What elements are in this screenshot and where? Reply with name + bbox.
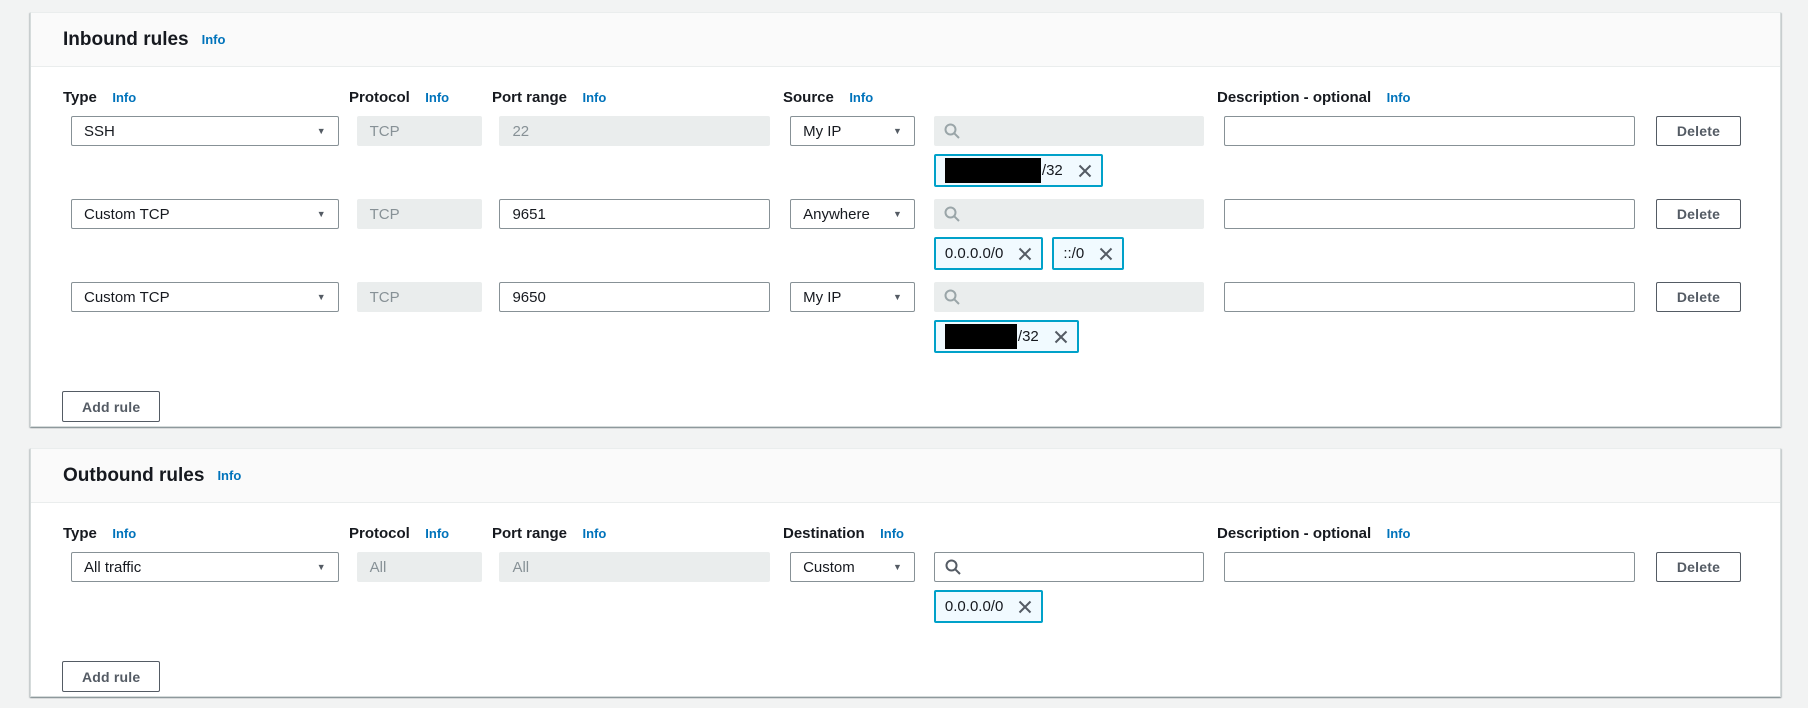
type-column-header: Type Info [63, 89, 331, 107]
chevron-down-icon: ▼ [893, 293, 902, 302]
source-cidr-search [934, 199, 1204, 229]
outbound-info-link[interactable]: Info [217, 468, 241, 483]
destination-cidr-chips: 0.0.0.0/0 [934, 590, 1204, 623]
inbound-panel-body: Type Info Protocol Info Port range Info … [31, 67, 1780, 422]
inbound-rule-row-1: SSH ▼ TCP 22 My IP ▼ [71, 116, 1741, 187]
inbound-rule-row-2: Custom TCP ▼ TCP Anywhere ▼ [71, 199, 1741, 270]
type-select[interactable]: All traffic ▼ [71, 552, 339, 582]
source-cidr-chips: /32 [934, 320, 1204, 353]
port-range-column-header: Port range Info [492, 525, 763, 543]
source-select[interactable]: Anywhere ▼ [790, 199, 915, 229]
type-select[interactable]: SSH ▼ [71, 116, 339, 146]
remove-chip-icon[interactable] [1018, 247, 1032, 261]
source-cidr-search [934, 116, 1204, 146]
port-range-input[interactable] [499, 199, 770, 229]
delete-rule-button[interactable]: Delete [1656, 116, 1741, 146]
chevron-down-icon: ▼ [893, 210, 902, 219]
cidr-chip: /32 [934, 320, 1079, 353]
destination-info-link[interactable]: Info [880, 526, 904, 541]
port-range-field: All [499, 552, 770, 582]
remove-chip-icon[interactable] [1018, 600, 1032, 614]
add-rule-button[interactable]: Add rule [62, 391, 160, 422]
outbound-title: Outbound rules [63, 465, 204, 487]
inbound-title: Inbound rules [63, 29, 189, 51]
description-column-header: Description - optional Info [1217, 525, 1629, 543]
protocol-column-header: Protocol Info [349, 89, 475, 107]
search-icon [945, 559, 961, 575]
cidr-chip: ::/0 [1052, 237, 1124, 270]
chevron-down-icon: ▼ [317, 127, 326, 136]
inbound-rule-row-3: Custom TCP ▼ TCP My IP ▼ [71, 282, 1741, 353]
inbound-panel-header: Inbound rules Info [31, 13, 1780, 67]
destination-select[interactable]: Custom ▼ [790, 552, 915, 582]
protocol-column-header: Protocol Info [349, 525, 475, 543]
description-info-link[interactable]: Info [1387, 90, 1411, 105]
source-select[interactable]: My IP ▼ [790, 282, 915, 312]
source-info-link[interactable]: Info [849, 90, 873, 105]
protocol-field: TCP [357, 199, 483, 229]
redacted-ip [945, 324, 1017, 349]
source-column-header: Source Info [783, 89, 908, 107]
type-info-link[interactable]: Info [112, 90, 136, 105]
delete-rule-button[interactable]: Delete [1656, 552, 1741, 582]
source-cidr-chips: 0.0.0.0/0 ::/0 [934, 237, 1204, 270]
protocol-field: TCP [357, 116, 483, 146]
outbound-panel-body: Type Info Protocol Info Port range Info … [31, 503, 1780, 692]
source-cidr-chips: /32 [934, 154, 1204, 187]
type-column-header: Type Info [63, 525, 331, 543]
description-input[interactable] [1224, 199, 1635, 229]
cidr-chip: 0.0.0.0/0 [934, 590, 1043, 623]
inbound-rules-panel: Inbound rules Info Type Info Protocol In… [30, 12, 1781, 427]
protocol-field: All [357, 552, 483, 582]
chevron-down-icon: ▼ [893, 563, 902, 572]
cidr-chip: 0.0.0.0/0 [934, 237, 1043, 270]
port-range-info-link[interactable]: Info [582, 90, 606, 105]
destination-cidr-search[interactable] [934, 552, 1204, 582]
destination-cidr-input[interactable] [969, 559, 1193, 576]
remove-chip-icon[interactable] [1054, 330, 1068, 344]
delete-rule-button[interactable]: Delete [1656, 282, 1741, 312]
redacted-ip [945, 158, 1041, 183]
protocol-info-link[interactable]: Info [425, 90, 449, 105]
port-range-field: 22 [499, 116, 770, 146]
outbound-rules-panel: Outbound rules Info Type Info Protocol I… [30, 448, 1781, 697]
chevron-down-icon: ▼ [317, 563, 326, 572]
remove-chip-icon[interactable] [1099, 247, 1113, 261]
protocol-field: TCP [357, 282, 483, 312]
chevron-down-icon: ▼ [317, 210, 326, 219]
description-input[interactable] [1224, 282, 1635, 312]
type-select[interactable]: Custom TCP ▼ [71, 282, 339, 312]
remove-chip-icon[interactable] [1078, 164, 1092, 178]
type-info-link[interactable]: Info [112, 526, 136, 541]
description-input[interactable] [1224, 552, 1635, 582]
inbound-column-headers: Type Info Protocol Info Port range Info … [63, 89, 1741, 105]
destination-column-header: Destination Info [783, 525, 908, 543]
search-icon [944, 289, 960, 305]
chevron-down-icon: ▼ [893, 127, 902, 136]
port-range-column-header: Port range Info [492, 89, 763, 107]
outbound-column-headers: Type Info Protocol Info Port range Info … [63, 525, 1741, 541]
cidr-chip: /32 [934, 154, 1103, 187]
port-range-info-link[interactable]: Info [582, 526, 606, 541]
protocol-info-link[interactable]: Info [425, 526, 449, 541]
search-icon [944, 206, 960, 222]
add-rule-button[interactable]: Add rule [62, 661, 160, 692]
outbound-panel-header: Outbound rules Info [31, 449, 1780, 503]
source-select[interactable]: My IP ▼ [790, 116, 915, 146]
type-select[interactable]: Custom TCP ▼ [71, 199, 339, 229]
delete-rule-button[interactable]: Delete [1656, 199, 1741, 229]
description-info-link[interactable]: Info [1387, 526, 1411, 541]
description-column-header: Description - optional Info [1217, 89, 1629, 107]
search-icon [944, 123, 960, 139]
chevron-down-icon: ▼ [317, 293, 326, 302]
source-cidr-search [934, 282, 1204, 312]
outbound-rule-row-1: All traffic ▼ All All Custom ▼ [71, 552, 1741, 623]
port-range-input[interactable] [499, 282, 770, 312]
inbound-info-link[interactable]: Info [202, 32, 226, 47]
description-input[interactable] [1224, 116, 1635, 146]
